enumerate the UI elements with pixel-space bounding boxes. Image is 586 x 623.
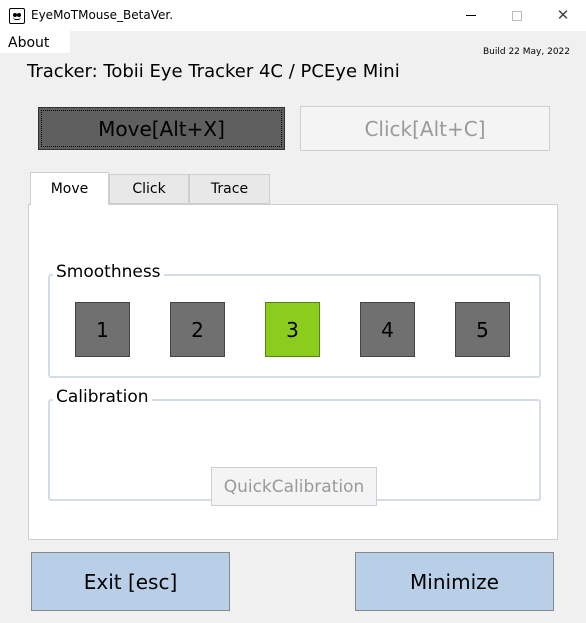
tab-trace[interactable]: Trace (189, 174, 270, 204)
minimize-window-button[interactable] (448, 0, 494, 31)
calibration-label: Calibration (53, 387, 152, 407)
menu-about[interactable]: About (0, 31, 70, 53)
click-mode-button[interactable]: Click[Alt+C] (300, 106, 550, 151)
tab-move[interactable]: Move (30, 172, 109, 205)
minimize-icon (466, 15, 476, 16)
smoothness-label: Smoothness (53, 262, 164, 282)
quick-calibration-button[interactable]: QuickCalibration (211, 467, 377, 506)
minimize-button[interactable]: Minimize (355, 552, 554, 611)
smoothness-level-2-button[interactable]: 2 (170, 302, 225, 357)
tab-click[interactable]: Click (109, 174, 189, 204)
smoothness-level-1-button[interactable]: 1 (75, 302, 130, 357)
tracker-label: Tracker: Tobii Eye Tracker 4C / PCEye Mi… (27, 61, 400, 82)
smoothness-level-3-button[interactable]: 3 (265, 302, 320, 357)
maximize-window-button[interactable] (494, 0, 540, 31)
build-label: Build 22 May, 2022 (483, 47, 570, 57)
move-mode-button[interactable]: Move[Alt+X] (38, 107, 285, 150)
window-client: About Build 22 May, 2022 Tracker: Tobii … (0, 31, 586, 623)
close-icon: ✕ (556, 6, 570, 24)
smoothness-level-5-button[interactable]: 5 (455, 302, 510, 357)
smoothness-level-4-button[interactable]: 4 (360, 302, 415, 357)
maximize-icon (512, 10, 522, 21)
move-tab-panel: Smoothness 1 2 3 4 5 Calibration QuickCa… (28, 204, 558, 540)
app-face-icon (9, 8, 25, 24)
exit-button[interactable]: Exit [esc] (31, 552, 230, 611)
close-window-button[interactable]: ✕ (540, 0, 586, 31)
title-bar: EyeMoTMouse_BetaVer. ✕ (0, 0, 586, 31)
window-title: EyeMoTMouse_BetaVer. (31, 8, 174, 22)
